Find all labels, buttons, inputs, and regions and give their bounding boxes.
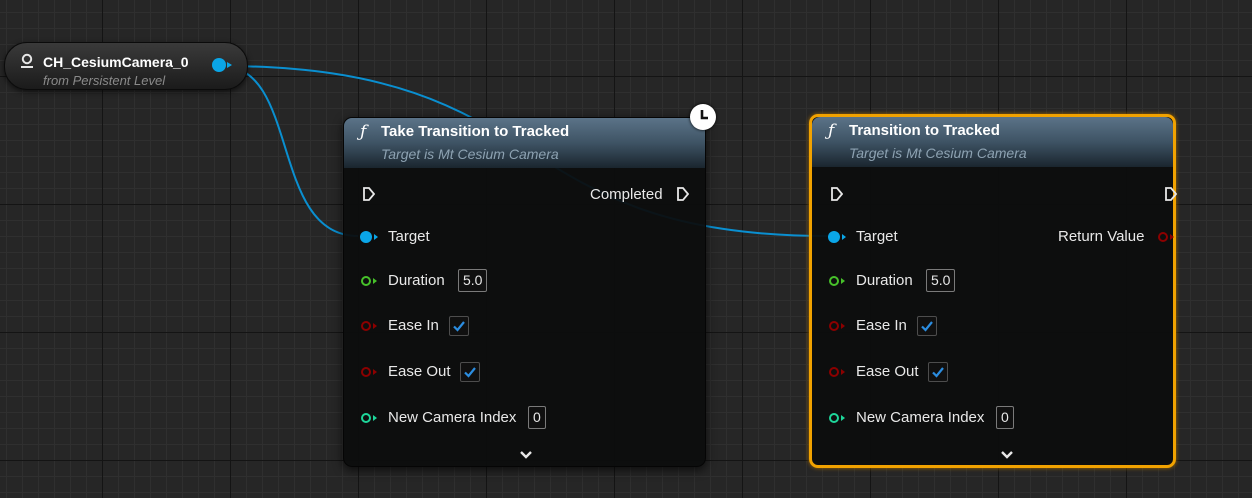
duration-label: Duration	[856, 272, 913, 289]
duration-input[interactable]: 5.0	[926, 269, 956, 292]
ease-out-label: Ease Out	[388, 363, 451, 380]
function-icon: ƒ	[828, 121, 835, 141]
target-label: Target	[388, 228, 430, 245]
node-header: ƒ Take Transition to Tracked Target is M…	[344, 118, 705, 168]
checkmark-icon	[464, 367, 476, 378]
ease-in-pin[interactable]	[361, 321, 371, 331]
checkmark-icon	[921, 321, 933, 332]
duration-pin-arrow	[841, 278, 845, 284]
target-pin[interactable]	[360, 231, 372, 243]
ease-in-pin[interactable]	[829, 321, 839, 331]
node-subtitle: Target is Mt Cesium Camera	[849, 145, 1027, 161]
duration-pin[interactable]	[829, 276, 839, 286]
checkmark-icon	[453, 321, 465, 332]
chevron-down-icon[interactable]	[519, 450, 533, 460]
actor-reference-icon	[21, 53, 33, 68]
camera-index-pin[interactable]	[361, 413, 371, 423]
ease-in-checkbox[interactable]	[917, 316, 937, 336]
node-title: Take Transition to Tracked	[381, 123, 570, 140]
target-label: Target	[856, 228, 898, 245]
camera-index-label: New Camera Index	[856, 409, 985, 426]
camera-index-pin-arrow	[373, 415, 377, 421]
ease-in-label: Ease In	[388, 317, 439, 334]
actor-node-subtitle: from Persistent Level	[43, 73, 166, 88]
checkmark-icon	[932, 367, 944, 378]
duration-pin[interactable]	[361, 276, 371, 286]
node-header: ƒ Transition to Tracked Target is Mt Ces…	[812, 117, 1173, 167]
return-value-pin-arrow	[1170, 234, 1174, 240]
ease-out-pin-arrow	[841, 369, 845, 375]
duration-pin-arrow	[373, 278, 377, 284]
node-subtitle: Target is Mt Cesium Camera	[381, 146, 559, 162]
duration-label: Duration	[388, 272, 445, 289]
take-transition-node[interactable]: ƒ Take Transition to Tracked Target is M…	[343, 117, 706, 467]
ease-out-pin-arrow	[373, 369, 377, 375]
return-value-label: Return Value	[1058, 228, 1145, 245]
ease-out-label: Ease Out	[856, 363, 919, 380]
return-value-pin[interactable]	[1158, 232, 1168, 242]
camera-index-input[interactable]: 0	[996, 406, 1014, 429]
exec-in-pin[interactable]	[831, 187, 843, 201]
ease-in-checkbox[interactable]	[449, 316, 469, 336]
duration-input[interactable]: 5.0	[458, 269, 488, 292]
ease-in-pin-arrow	[841, 323, 845, 329]
ease-out-checkbox[interactable]	[928, 362, 948, 382]
exec-in-pin[interactable]	[363, 187, 375, 201]
chevron-down-icon[interactable]	[1000, 450, 1014, 460]
ease-out-pin[interactable]	[829, 367, 839, 377]
target-pin[interactable]	[828, 231, 840, 243]
exec-out-pin[interactable]	[1165, 187, 1177, 201]
camera-index-pin-arrow	[841, 415, 845, 421]
target-pin-arrow	[842, 234, 846, 240]
node-title: Transition to Tracked	[849, 122, 1000, 139]
actor-output-pin[interactable]	[212, 58, 226, 72]
actor-node-title: CH_CesiumCamera_0	[43, 54, 189, 70]
ease-in-pin-arrow	[373, 323, 377, 329]
ease-in-label: Ease In	[856, 317, 907, 334]
actor-reference-node[interactable]: CH_CesiumCamera_0 from Persistent Level	[4, 42, 248, 90]
transition-node[interactable]: ƒ Transition to Tracked Target is Mt Ces…	[809, 114, 1177, 468]
ease-out-checkbox[interactable]	[460, 362, 480, 382]
camera-index-pin[interactable]	[829, 413, 839, 423]
function-icon: ƒ	[360, 122, 367, 142]
actor-output-pin-arrow	[227, 62, 232, 68]
camera-index-label: New Camera Index	[388, 409, 517, 426]
exec-out-label: Completed	[590, 186, 663, 203]
ease-out-pin[interactable]	[361, 367, 371, 377]
target-pin-arrow	[374, 234, 378, 240]
clock-icon	[690, 104, 716, 130]
camera-index-input[interactable]: 0	[528, 406, 546, 429]
exec-out-pin[interactable]	[677, 187, 689, 201]
